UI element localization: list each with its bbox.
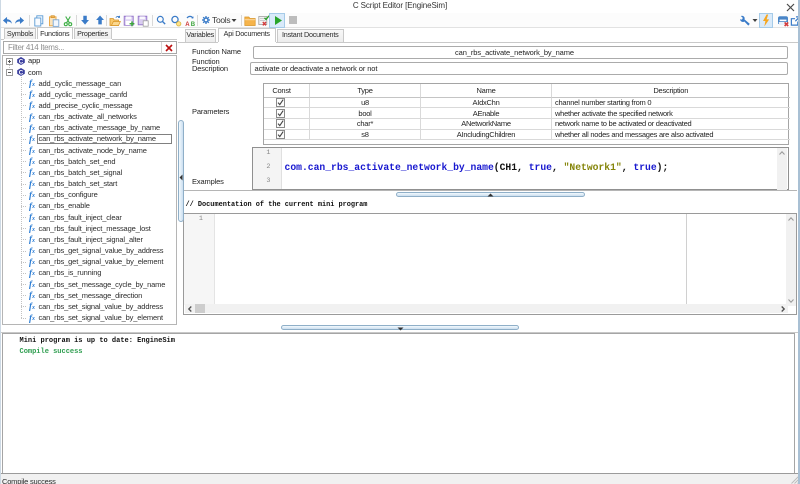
svg-text:B: B (191, 22, 196, 27)
svg-text:C: C (18, 69, 23, 76)
svg-text:A: A (185, 22, 190, 27)
svg-text:C: C (18, 58, 23, 65)
